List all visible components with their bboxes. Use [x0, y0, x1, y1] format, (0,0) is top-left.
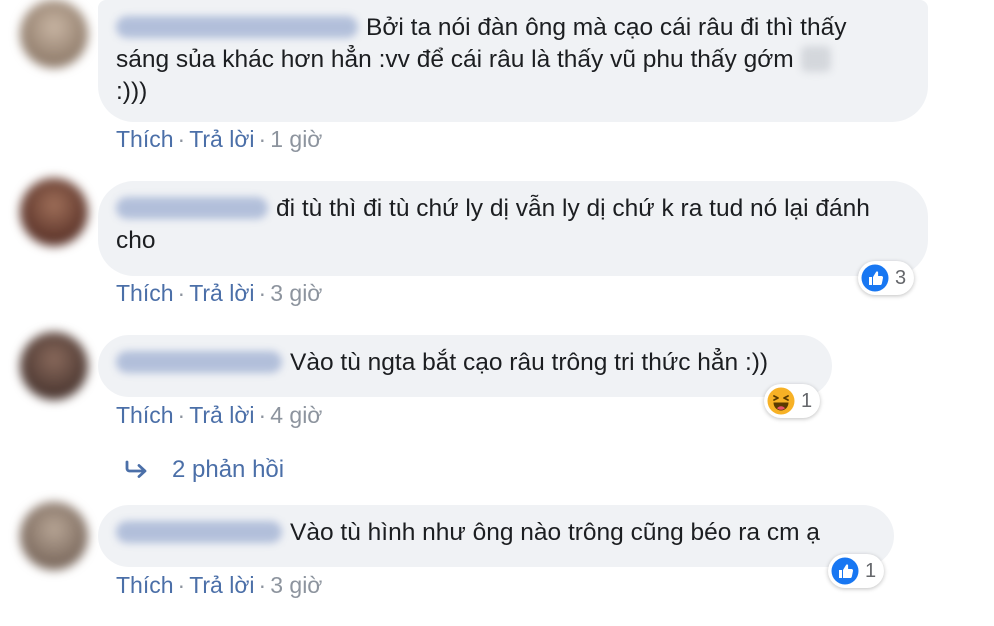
- comment-text: Vào tù hình như ông nào trông cũng béo r…: [290, 519, 820, 546]
- comment-actions: Thích · Trả lời · 3 giờ: [116, 280, 323, 306]
- commenter-avatar[interactable]: [20, 502, 88, 570]
- haha-icon: [767, 387, 795, 415]
- comment-bubble: đi tù thì đi tù chứ ly dị vẫn ly dị chứ …: [98, 181, 928, 276]
- view-replies-label[interactable]: 2 phản hồi: [172, 456, 284, 484]
- commenter-avatar[interactable]: [20, 178, 88, 246]
- comment-timestamp[interactable]: 3 giờ: [270, 572, 322, 598]
- reply-link[interactable]: Trả lời: [189, 126, 254, 152]
- comment-actions: Thích · Trả lời · 3 giờ: [116, 572, 323, 598]
- commenter-name[interactable]: [116, 521, 282, 543]
- censored-content: [800, 46, 831, 72]
- view-replies-link[interactable]: 2 phản hồi: [124, 456, 284, 484]
- commenter-avatar[interactable]: [20, 332, 88, 400]
- like-icon: [831, 557, 859, 585]
- reply-arrow-icon: [125, 460, 147, 478]
- comment-text: Vào tù ngta bắt cạo râu trông tri thức h…: [290, 349, 769, 376]
- comment-timestamp[interactable]: 3 giờ: [270, 280, 322, 306]
- like-icon: [861, 264, 889, 292]
- commenter-name[interactable]: [116, 351, 282, 373]
- comment-text-end: :))): [116, 78, 148, 105]
- reaction-count[interactable]: 1: [764, 384, 821, 418]
- comment-actions: Thích · Trả lời · 1 giờ: [116, 126, 323, 152]
- comment-timestamp[interactable]: 1 giờ: [270, 126, 322, 152]
- like-link[interactable]: Thích: [116, 572, 174, 598]
- commenter-name[interactable]: [116, 197, 268, 219]
- reaction-count[interactable]: 3: [858, 261, 915, 295]
- reaction-count-number: 1: [801, 389, 813, 412]
- comment-actions: Thích · Trả lời · 4 giờ: [116, 402, 323, 428]
- reply-link[interactable]: Trả lời: [189, 572, 254, 598]
- like-link[interactable]: Thích: [116, 402, 174, 428]
- like-link[interactable]: Thích: [116, 280, 174, 306]
- reaction-count[interactable]: 1: [828, 554, 885, 588]
- commenter-name[interactable]: [116, 16, 358, 38]
- reply-link[interactable]: Trả lời: [189, 402, 254, 428]
- commenter-avatar[interactable]: [20, 0, 88, 68]
- comment-bubble: Bởi ta nói đàn ông mà cạo cái râu đi thì…: [98, 0, 928, 122]
- reply-link[interactable]: Trả lời: [189, 280, 254, 306]
- reaction-count-number: 1: [865, 559, 877, 582]
- comment-bubble: Vào tù hình như ông nào trông cũng béo r…: [98, 505, 894, 567]
- comment-timestamp[interactable]: 4 giờ: [270, 402, 322, 428]
- like-link[interactable]: Thích: [116, 126, 174, 152]
- comment-bubble: Vào tù ngta bắt cạo râu trông tri thức h…: [98, 335, 832, 397]
- reaction-count-number: 3: [895, 266, 907, 289]
